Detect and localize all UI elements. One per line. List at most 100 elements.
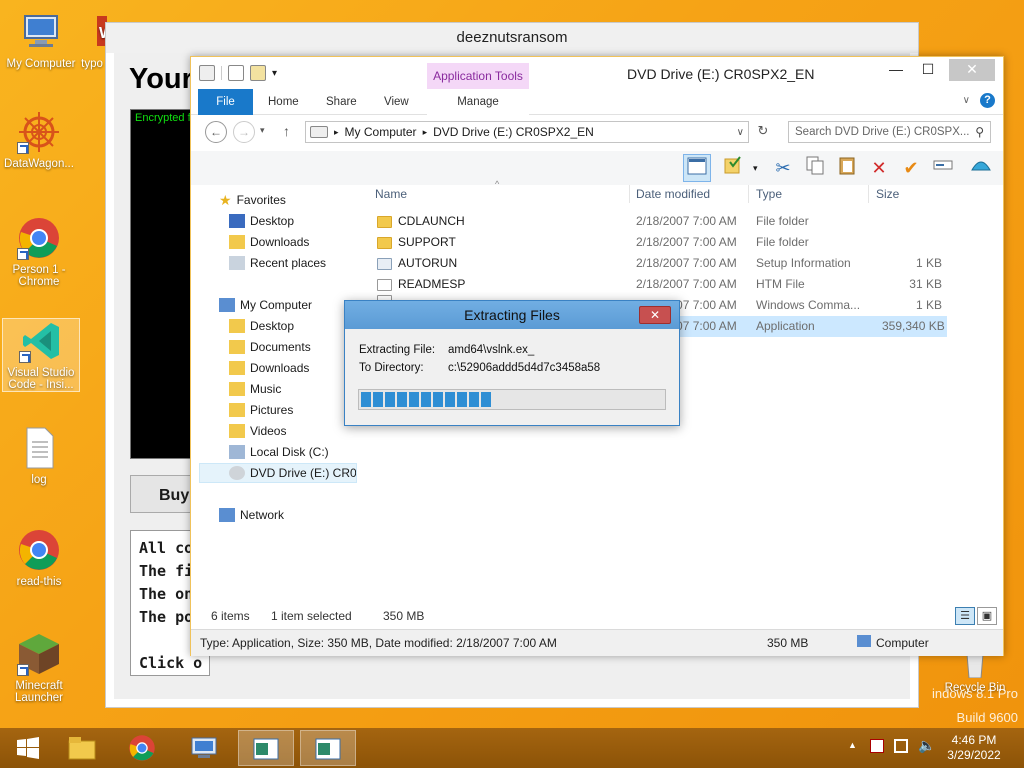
address-dropdown-chevron-icon[interactable]: ∨ bbox=[737, 127, 744, 138]
delete-icon[interactable]: ✕ bbox=[865, 154, 893, 182]
taskbar-file-explorer-icon[interactable] bbox=[54, 730, 110, 766]
taskbar-computer-icon[interactable] bbox=[176, 730, 232, 766]
column-header-date[interactable]: Date modified bbox=[636, 185, 710, 205]
details-location: Computer bbox=[876, 636, 929, 650]
tab-file[interactable]: File bbox=[198, 89, 253, 115]
explorer-titlebar[interactable]: ▾ Application Tools DVD Drive (E:) CR0SP… bbox=[191, 57, 1003, 89]
file-row[interactable]: READMESP 2/18/2007 7:00 AM HTM File 31 K… bbox=[367, 274, 947, 295]
file-type: Application bbox=[756, 319, 815, 333]
paste-icon[interactable] bbox=[833, 154, 861, 182]
taskbar-ransom-app-icon[interactable] bbox=[238, 730, 294, 766]
nav-label: Documents bbox=[250, 340, 311, 354]
to-directory-label: To Directory: bbox=[359, 362, 424, 374]
confirm-checkmark-icon[interactable]: ✔ bbox=[897, 154, 925, 182]
breadcrumb-dvd-drive[interactable]: DVD Drive (E:) CR0SPX2_EN bbox=[433, 125, 594, 139]
desktop-icon-chrome-person[interactable]: Person 1 - Chrome bbox=[0, 216, 78, 288]
music-folder-icon bbox=[229, 382, 245, 396]
up-arrow-icon[interactable]: ↑ bbox=[283, 123, 290, 139]
progress-block bbox=[373, 392, 383, 407]
customize-qa-chevron-icon[interactable]: ▾ bbox=[272, 68, 277, 79]
dialog-close-button[interactable]: ✕ bbox=[639, 306, 671, 324]
details-view-icon[interactable]: ☰ bbox=[955, 607, 975, 625]
minimize-button[interactable]: — bbox=[881, 59, 911, 81]
rename-icon[interactable] bbox=[929, 154, 957, 182]
taskbar-installer-icon[interactable] bbox=[300, 730, 356, 766]
file-name: SUPPORT bbox=[398, 235, 456, 249]
help-icon[interactable]: ? bbox=[980, 93, 995, 108]
taskbar-chrome-icon[interactable] bbox=[114, 730, 170, 766]
address-row: ← → ▾ ↑ ▸ My Computer ▸ DVD Drive (E:) C… bbox=[191, 117, 1003, 147]
nav-label: Desktop bbox=[250, 214, 295, 228]
shortcut-arrow-icon bbox=[19, 351, 31, 363]
column-separator[interactable] bbox=[748, 185, 749, 203]
extracting-files-dialog[interactable]: Extracting Files ✕ Extracting File: amd6… bbox=[344, 300, 680, 426]
preview-pane-icon[interactable] bbox=[683, 154, 711, 182]
nav-network[interactable]: Network bbox=[219, 505, 377, 525]
nav-desktop[interactable]: Desktop bbox=[229, 211, 387, 231]
desktop-icon-vscode-insiders[interactable]: Visual Studio Code - Insi... bbox=[2, 318, 80, 392]
maximize-button[interactable]: ☐ bbox=[913, 59, 943, 81]
ransom-heading: Your bbox=[129, 63, 193, 95]
desktop-icon-minecraft[interactable]: Minecraft Launcher bbox=[0, 632, 78, 704]
desktop-icon-my-computer[interactable]: My Computer bbox=[2, 10, 80, 70]
desktop-icon-log[interactable]: log bbox=[0, 426, 78, 486]
properties-icon[interactable] bbox=[228, 65, 244, 81]
desktop-folder-icon bbox=[229, 214, 245, 228]
column-header-type[interactable]: Type bbox=[756, 185, 782, 205]
column-separator[interactable] bbox=[629, 185, 630, 203]
tab-share[interactable]: Share bbox=[326, 89, 357, 115]
nav-downloads[interactable]: Downloads bbox=[229, 232, 387, 252]
copy-icon[interactable] bbox=[801, 154, 829, 182]
windows-drive-icon bbox=[229, 445, 245, 459]
back-arrow-icon[interactable]: ← bbox=[205, 121, 227, 143]
volume-icon[interactable]: 🔈 bbox=[918, 737, 935, 754]
column-header-name[interactable]: Name bbox=[375, 185, 407, 205]
column-header-size[interactable]: Size bbox=[876, 185, 899, 205]
file-row[interactable]: SUPPORT 2/18/2007 7:00 AM File folder bbox=[367, 232, 947, 253]
tab-manage[interactable]: Manage bbox=[427, 89, 529, 115]
toolbar-dropdown-chevron-icon[interactable]: ▾ bbox=[753, 163, 758, 174]
clock[interactable]: 4:46 PM 3/29/2022 bbox=[944, 733, 1004, 763]
file-row[interactable]: CDLAUNCH 2/18/2007 7:00 AM File folder bbox=[367, 211, 947, 232]
close-button[interactable]: ✕ bbox=[949, 59, 995, 81]
desktop-icon-label: Minecraft Launcher bbox=[15, 680, 63, 704]
dvd-drive-icon bbox=[229, 466, 245, 480]
drive-icon[interactable] bbox=[199, 65, 215, 81]
network-icon[interactable] bbox=[894, 739, 908, 753]
breadcrumb-separator-icon[interactable]: ▸ bbox=[423, 127, 428, 138]
new-folder-icon[interactable] bbox=[250, 65, 266, 81]
address-bar[interactable]: ▸ My Computer ▸ DVD Drive (E:) CR0SPX2_E… bbox=[305, 121, 749, 143]
breadcrumb-my-computer[interactable]: My Computer bbox=[345, 125, 417, 139]
file-name: AUTORUN bbox=[398, 256, 458, 270]
dialog-titlebar[interactable]: Extracting Files ✕ bbox=[345, 301, 679, 329]
file-row[interactable]: AUTORUN 2/18/2007 7:00 AM Setup Informat… bbox=[367, 253, 947, 274]
nav-recent-places[interactable]: Recent places bbox=[229, 253, 387, 273]
tab-home[interactable]: Home bbox=[268, 89, 299, 115]
breadcrumb-separator-icon[interactable]: ▸ bbox=[334, 127, 339, 138]
large-icons-view-icon[interactable]: ▣ bbox=[977, 607, 997, 625]
action-center-flag-icon[interactable] bbox=[870, 739, 884, 753]
chrome-icon bbox=[17, 216, 61, 260]
tab-view[interactable]: View bbox=[384, 89, 409, 115]
recent-locations-chevron-icon[interactable]: ▾ bbox=[260, 125, 265, 136]
progress-block bbox=[469, 392, 479, 407]
shell-icon[interactable] bbox=[967, 154, 995, 182]
expand-ribbon-chevron-icon[interactable]: ∨ bbox=[963, 95, 970, 106]
search-input[interactable]: Search DVD Drive (E:) CR0SPX... ⚲ bbox=[788, 121, 991, 143]
start-button[interactable] bbox=[0, 730, 56, 766]
nav-dvd-drive[interactable]: DVD Drive (E:) CR0SPX2_EN bbox=[199, 463, 357, 483]
show-hidden-icons-chevron-icon[interactable]: ▲ bbox=[848, 740, 857, 750]
file-date: 2/18/2007 7:00 AM bbox=[636, 256, 737, 270]
file-type: Setup Information bbox=[756, 256, 851, 270]
desktop-icon-datawagon[interactable]: DataWagon... bbox=[0, 110, 78, 170]
nav-local-disk[interactable]: Local Disk (C:) bbox=[229, 442, 387, 462]
nav-favorites[interactable]: ★ Favorites bbox=[219, 190, 377, 210]
properties-check-icon[interactable] bbox=[719, 154, 747, 182]
cut-icon[interactable]: ✂ bbox=[769, 154, 797, 182]
desktop-icon-read-this[interactable]: read-this bbox=[0, 528, 78, 588]
search-placeholder: Search DVD Drive (E:) CR0SPX... bbox=[795, 126, 970, 138]
refresh-icon[interactable]: ↻ bbox=[753, 123, 773, 143]
column-separator[interactable] bbox=[868, 185, 869, 203]
ribbon-right-controls: ∨ ? bbox=[963, 93, 995, 108]
forward-arrow-icon[interactable]: → bbox=[233, 121, 255, 143]
